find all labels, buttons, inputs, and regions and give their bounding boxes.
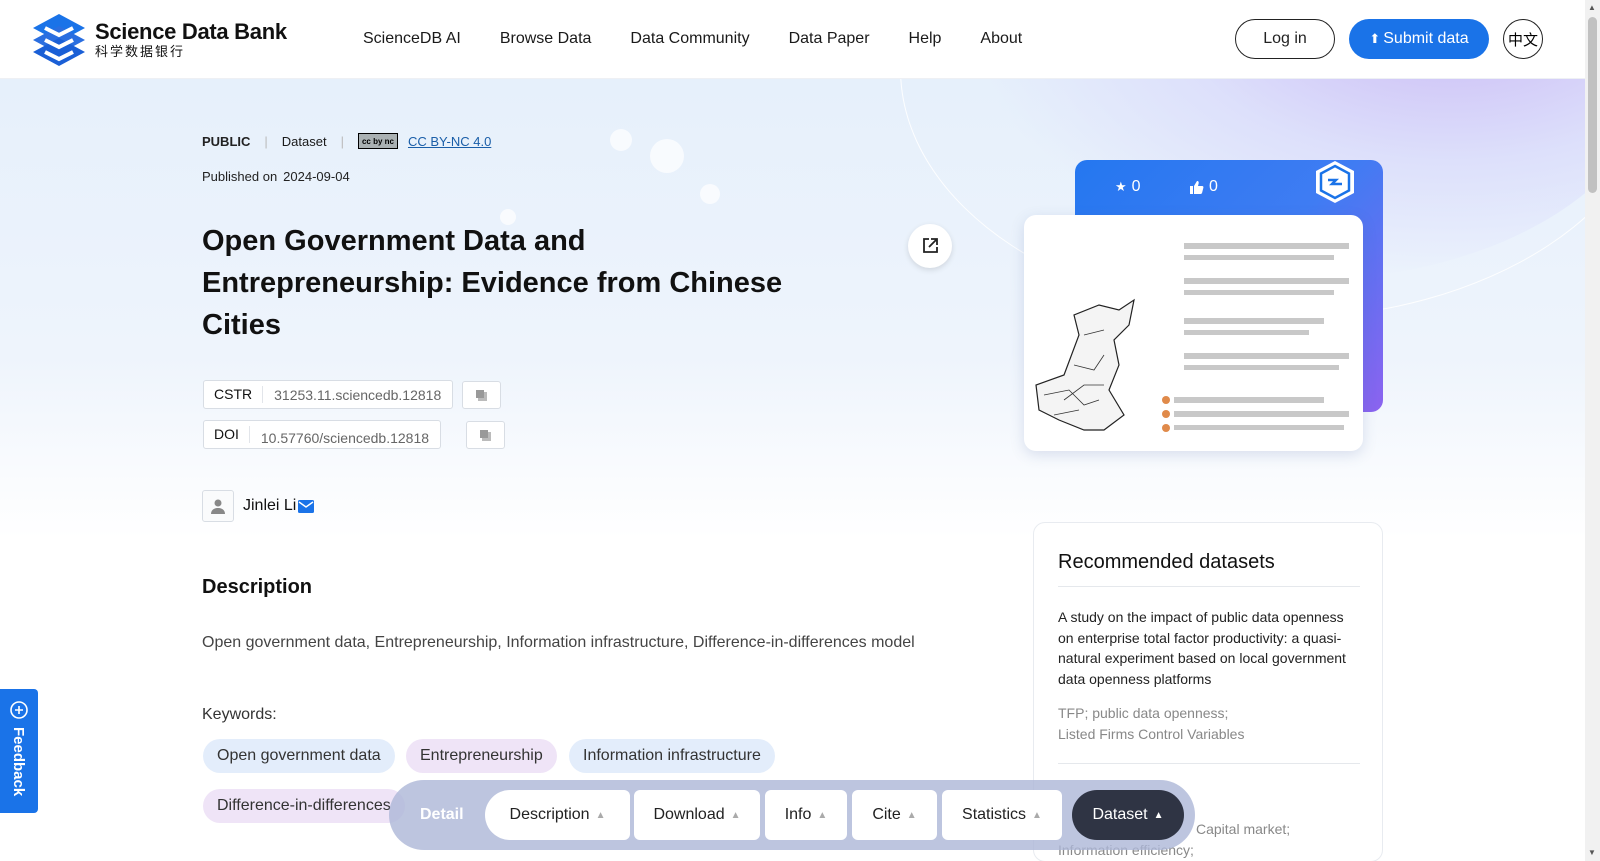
nav-statistics-button[interactable]: Statistics ▲ — [942, 790, 1062, 840]
page-scrollbar[interactable]: ▲ ▼ — [1585, 0, 1600, 861]
nav-help[interactable]: Help — [909, 30, 942, 48]
visibility-label: PUBLIC — [202, 133, 251, 149]
copy-icon — [476, 389, 487, 401]
nav-description-button[interactable]: Description ▲ — [485, 790, 630, 840]
feedback-icon — [10, 701, 28, 719]
scroll-down-icon[interactable]: ▼ — [1588, 848, 1596, 857]
description-heading: Description — [202, 576, 313, 598]
license-link[interactable]: CC BY-NC 4.0 — [408, 134, 491, 149]
recommended-item-title[interactable]: A study on the impact of public data ope… — [1058, 607, 1358, 689]
copy-doi-button[interactable] — [466, 421, 505, 449]
author-row: Jinlei Li — [202, 490, 315, 522]
feedback-tab[interactable]: Feedback — [0, 689, 38, 813]
recommended-heading: Recommended datasets — [1058, 551, 1275, 573]
submit-data-label: Submit data — [1383, 30, 1469, 47]
avatar — [202, 490, 234, 522]
detail-label: Detail — [420, 806, 464, 823]
author-name[interactable]: Jinlei Li — [243, 497, 296, 515]
dataset-type: Dataset — [281, 133, 327, 149]
thumbs-up-icon — [1190, 180, 1204, 194]
cc-license-icon: cc by nc — [357, 133, 398, 149]
user-icon — [211, 499, 225, 514]
nav-download-button[interactable]: Download ▲ — [634, 790, 760, 840]
description-text: Open government data, Entrepreneurship, … — [202, 634, 915, 651]
share-button[interactable] — [908, 224, 952, 268]
stars-stat[interactable]: ★ 0 — [1115, 178, 1141, 196]
cstr-value: 31253.11.sciencedb.12818 — [274, 386, 442, 403]
chevron-up-icon: ▲ — [817, 809, 828, 821]
site-logo[interactable]: Science Data Bank 科学数据银行 — [31, 12, 287, 68]
doi-label: DOI — [204, 426, 250, 443]
dataset-title: Open Government Data and Entrepreneurshi… — [202, 225, 783, 341]
copy-cstr-button[interactable] — [462, 381, 501, 409]
cstr-label: CSTR — [204, 386, 264, 403]
published-date: Published on 2024-09-04 — [202, 169, 350, 184]
login-button[interactable]: Log in — [1235, 19, 1335, 59]
mail-icon[interactable] — [298, 499, 315, 513]
feedback-label: Feedback — [10, 727, 27, 797]
map-preview-icon — [1035, 243, 1349, 432]
nav-sciencedb-ai[interactable]: ScienceDB AI — [363, 30, 461, 48]
chevron-up-icon: ▲ — [1153, 809, 1164, 821]
nav-data-community[interactable]: Data Community — [630, 30, 749, 48]
cstr-box: CSTR 31253.11.sciencedb.12818 — [203, 380, 454, 409]
submit-data-button[interactable]: ⬆ Submit data — [1349, 19, 1489, 59]
scrollbar-thumb[interactable] — [1588, 17, 1597, 193]
keyword-tag[interactable]: Open government data — [203, 739, 395, 773]
doi-value: 10.57760/sciencedb.12818 — [260, 429, 430, 446]
top-header: Science Data Bank 科学数据银行 ScienceDB AI Br… — [0, 0, 1585, 79]
keyword-tag[interactable]: Difference-in-differences — [203, 789, 405, 823]
keyword-tag[interactable]: Information infrastructure — [569, 739, 775, 773]
language-toggle[interactable]: 中文 — [1503, 19, 1543, 59]
nav-about[interactable]: About — [980, 30, 1022, 48]
section-nav-bar: Detail Description ▲ Download ▲ Info ▲ Cite… — [389, 780, 1195, 850]
copy-icon — [480, 429, 491, 441]
upload-icon: ⬆ — [1369, 31, 1381, 46]
logo-icon — [33, 14, 85, 66]
share-icon — [923, 238, 938, 253]
logo-title: Science Data Bank — [95, 19, 287, 44]
star-icon: ★ — [1115, 179, 1127, 194]
dataset-meta: PUBLIC | Dataset | cc by nc CC BY-NC 4.0 — [202, 133, 492, 149]
chevron-up-icon: ▲ — [1032, 809, 1042, 821]
chevron-up-icon: ▲ — [595, 809, 606, 821]
logo-subtitle: 科学数据银行 — [95, 44, 186, 59]
keyword-tag[interactable]: Entrepreneurship — [406, 739, 557, 773]
doi-box: DOI 10.57760/sciencedb.12818 — [203, 420, 442, 449]
keywords-label: Keywords: — [202, 706, 277, 723]
chevron-up-icon: ▲ — [730, 809, 741, 821]
dataset-preview-image[interactable] — [1024, 215, 1363, 451]
nav-info-button[interactable]: Info ▲ — [765, 790, 847, 840]
nav-browse-data[interactable]: Browse Data — [500, 30, 592, 48]
likes-stat[interactable]: 0 — [1189, 178, 1218, 196]
nav-cite-button[interactable]: Cite ▲ — [852, 790, 937, 840]
sciencedb-badge-icon — [1316, 161, 1354, 203]
main-nav: ScienceDB AI Browse Data Data Community … — [363, 30, 1061, 48]
chevron-up-icon: ▲ — [906, 809, 917, 821]
scroll-up-icon[interactable]: ▲ — [1588, 3, 1596, 12]
nav-dataset-button[interactable]: Dataset ▲ — [1072, 790, 1184, 840]
recommended-item-keywords: TFP; public data openness; Listed Firms … — [1058, 705, 1245, 742]
nav-data-paper[interactable]: Data Paper — [789, 30, 870, 48]
